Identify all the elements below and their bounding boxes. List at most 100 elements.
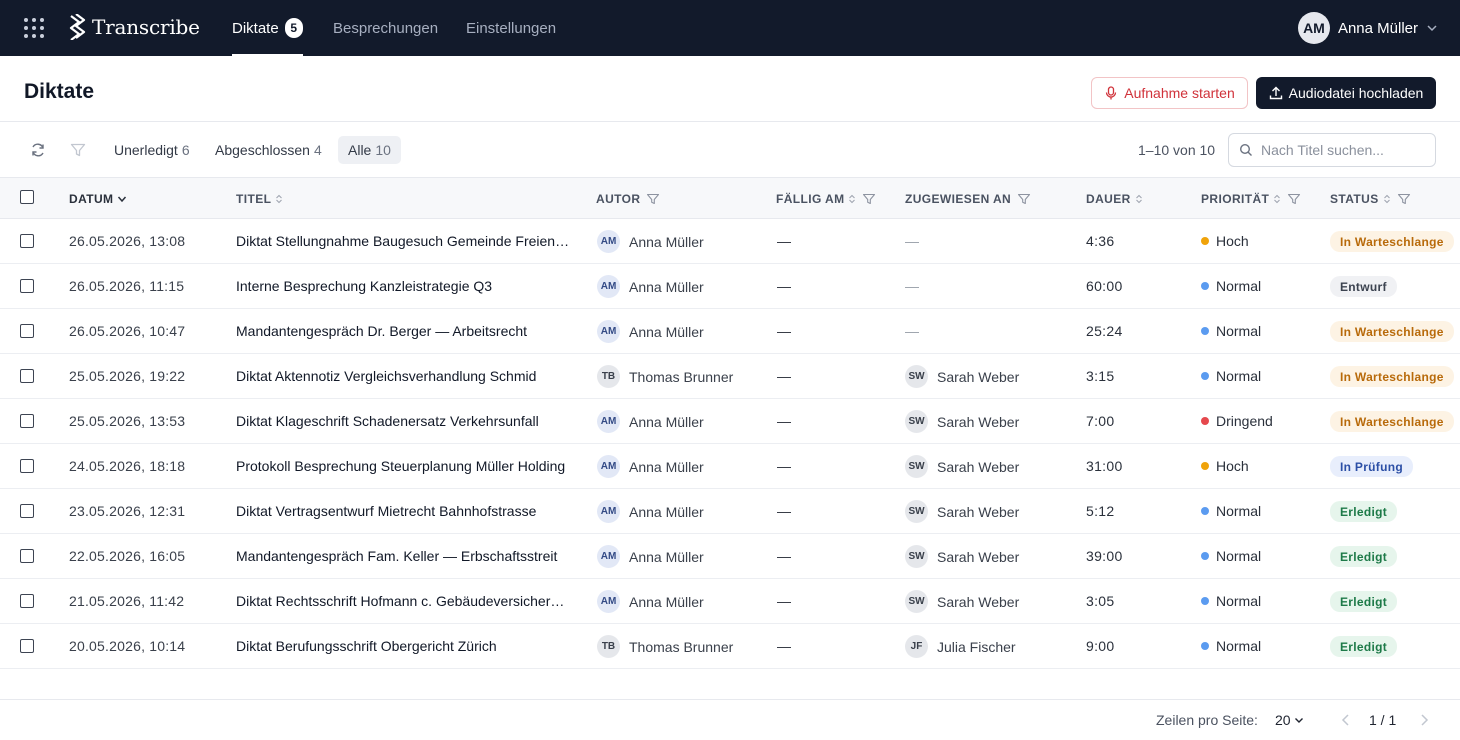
row-checkbox[interactable] — [20, 639, 34, 653]
row-checkbox[interactable] — [20, 414, 34, 428]
row-checkbox[interactable] — [20, 324, 34, 338]
priority-cell: Hoch — [1201, 233, 1249, 249]
title-cell[interactable]: Diktat Aktennotiz Vergleichsverhandlung … — [236, 368, 572, 384]
brand-logo[interactable]: Transcribe — [68, 14, 200, 40]
column-header-titel[interactable]: TITEL — [236, 192, 283, 206]
priority-dot — [1201, 597, 1209, 605]
row-checkbox[interactable] — [20, 459, 34, 473]
title-cell[interactable]: Protokoll Besprechung Steuerplanung Müll… — [236, 458, 572, 474]
priority-dot — [1201, 552, 1209, 560]
table-row[interactable]: 26.05.2026, 10:47 Mandantengespräch Dr. B… — [0, 309, 1460, 354]
status-badge: Erledigt — [1330, 546, 1398, 567]
filter-tab-label: Alle — [348, 142, 372, 158]
priority-label: Normal — [1216, 638, 1262, 654]
refresh-icon[interactable] — [29, 141, 47, 159]
title-cell[interactable]: Mandantengespräch Dr. Berger — Arbeitsre… — [236, 323, 572, 339]
date-cell: 26.05.2026, 11:15 — [69, 278, 185, 294]
nav-tab-einstellungen[interactable]: Einstellungen — [466, 0, 556, 56]
row-checkbox[interactable] — [20, 504, 34, 518]
assignee-cell: SW Sarah Weber — [905, 365, 1019, 388]
priority-cell: Normal — [1201, 278, 1261, 294]
search-input[interactable] — [1261, 142, 1431, 158]
title-cell[interactable]: Diktat Klageschrift Schadenersatz Verkeh… — [236, 413, 572, 429]
date-cell: 26.05.2026, 13:08 — [69, 233, 186, 249]
filter-tab-unerledigt[interactable]: Unerledigt 6 — [104, 136, 200, 164]
next-page-icon[interactable] — [1418, 713, 1430, 727]
table-row[interactable]: 23.05.2026, 12:31 Diktat Vertragsentwurf … — [0, 489, 1460, 534]
app-grid-icon[interactable] — [24, 18, 44, 38]
column-header-faellig-am[interactable]: FÄLLIG AM — [776, 192, 876, 206]
table-row[interactable]: 25.05.2026, 13:53 Diktat Klageschrift Sch… — [0, 399, 1460, 444]
column-header-dauer[interactable]: DAUER — [1086, 192, 1143, 206]
nav-tab-diktate[interactable]: Diktate 5 — [232, 0, 303, 56]
start-recording-button[interactable]: Aufnahme starten — [1091, 77, 1248, 109]
table-row[interactable]: 21.05.2026, 11:42 Diktat Rechtsschrift Ho… — [0, 579, 1460, 624]
page-title: Diktate — [24, 80, 95, 103]
avatar: TB — [597, 635, 620, 658]
sort-desc-icon — [118, 196, 127, 203]
priority-label: Normal — [1216, 548, 1262, 564]
title-cell[interactable]: Diktat Vertragsentwurf Mietrecht Bahnhof… — [236, 503, 572, 519]
table-row[interactable]: 25.05.2026, 19:22 Diktat Aktennotiz Vergl… — [0, 354, 1460, 399]
assignee-cell: SW Sarah Weber — [905, 590, 1019, 613]
duration-cell: 9:00 — [1086, 638, 1115, 654]
rows-per-page-select[interactable]: 20 — [1275, 712, 1304, 728]
nav-tab-label: Besprechungen — [333, 19, 439, 37]
table-row[interactable]: 26.05.2026, 11:15 Interne Besprechung Kan… — [0, 264, 1460, 309]
row-checkbox[interactable] — [20, 279, 34, 293]
filter-tab-count: 10 — [375, 142, 391, 158]
column-header-status[interactable]: STATUS — [1330, 192, 1411, 206]
table-row[interactable]: 20.05.2026, 10:14 Diktat Berufungsschrift… — [0, 624, 1460, 669]
avatar: AM — [597, 320, 620, 343]
duration-cell: 4:36 — [1086, 233, 1115, 249]
chevron-down-icon — [1294, 718, 1303, 723]
select-all-checkbox[interactable] — [20, 190, 34, 204]
date-cell: 23.05.2026, 12:31 — [69, 503, 186, 519]
row-checkbox[interactable] — [20, 369, 34, 383]
table-row[interactable]: 24.05.2026, 18:18 Protokoll Besprechung S… — [0, 444, 1460, 489]
title-cell[interactable]: Mandantengespräch Fam. Keller — Erbschaf… — [236, 548, 572, 564]
nav-tab-besprechungen[interactable]: Besprechungen — [333, 0, 438, 56]
filter-icon[interactable] — [1397, 192, 1411, 206]
previous-page-icon[interactable] — [1340, 713, 1352, 727]
column-header-prioritaet[interactable]: PRIORITÄT — [1201, 192, 1301, 206]
date-cell: 20.05.2026, 10:14 — [69, 638, 186, 654]
filter-icon[interactable] — [69, 141, 87, 159]
priority-label: Normal — [1216, 323, 1262, 339]
table-row[interactable]: 26.05.2026, 13:08 Diktat Stellungnahme Ba… — [0, 219, 1460, 264]
author-cell: AM Anna Müller — [597, 410, 704, 433]
search-box[interactable] — [1228, 133, 1436, 167]
column-header-datum[interactable]: DATUM — [69, 192, 127, 206]
filter-icon[interactable] — [862, 192, 876, 206]
title-cell[interactable]: Diktat Berufungsschrift Obergericht Züri… — [236, 638, 572, 654]
avatar: AM — [597, 590, 620, 613]
filter-tab-alle[interactable]: Alle 10 — [338, 136, 401, 164]
table-row[interactable]: 22.05.2026, 16:05 Mandantengespräch Fam. … — [0, 534, 1460, 579]
column-label: DATUM — [69, 192, 114, 206]
duration-cell: 5:12 — [1086, 503, 1115, 519]
column-header-zugewiesen-an[interactable]: ZUGEWIESEN AN — [905, 192, 1031, 206]
title-cell[interactable]: Interne Besprechung Kanzleistrategie Q3 — [236, 278, 572, 294]
assignee-cell: SW Sarah Weber — [905, 455, 1019, 478]
priority-dot — [1201, 417, 1209, 425]
title-cell[interactable]: Diktat Rechtsschrift Hofmann c. Gebäudev… — [236, 593, 572, 609]
column-header-autor[interactable]: AUTOR — [596, 192, 660, 206]
filter-tab-abgeschlossen[interactable]: Abgeschlossen 4 — [205, 136, 332, 164]
priority-cell: Hoch — [1201, 458, 1249, 474]
filter-icon[interactable] — [646, 192, 660, 206]
due-date-cell: — — [777, 233, 791, 249]
title-cell[interactable]: Diktat Stellungnahme Baugesuch Gemeinde … — [236, 233, 572, 249]
upload-audio-button[interactable]: Audiodatei hochladen — [1256, 77, 1436, 109]
filter-icon[interactable] — [1017, 192, 1031, 206]
row-checkbox[interactable] — [20, 234, 34, 248]
priority-cell: Normal — [1201, 638, 1261, 654]
user-menu[interactable]: AM Anna Müller — [1297, 12, 1438, 44]
upload-icon — [1269, 86, 1282, 100]
row-checkbox[interactable] — [20, 594, 34, 608]
filter-icon[interactable] — [1287, 192, 1301, 206]
avatar: AM — [597, 410, 620, 433]
due-date-cell: — — [777, 413, 791, 429]
row-checkbox[interactable] — [20, 549, 34, 563]
chevron-down-icon — [1427, 25, 1437, 32]
author-name: Anna Müller — [629, 503, 704, 520]
